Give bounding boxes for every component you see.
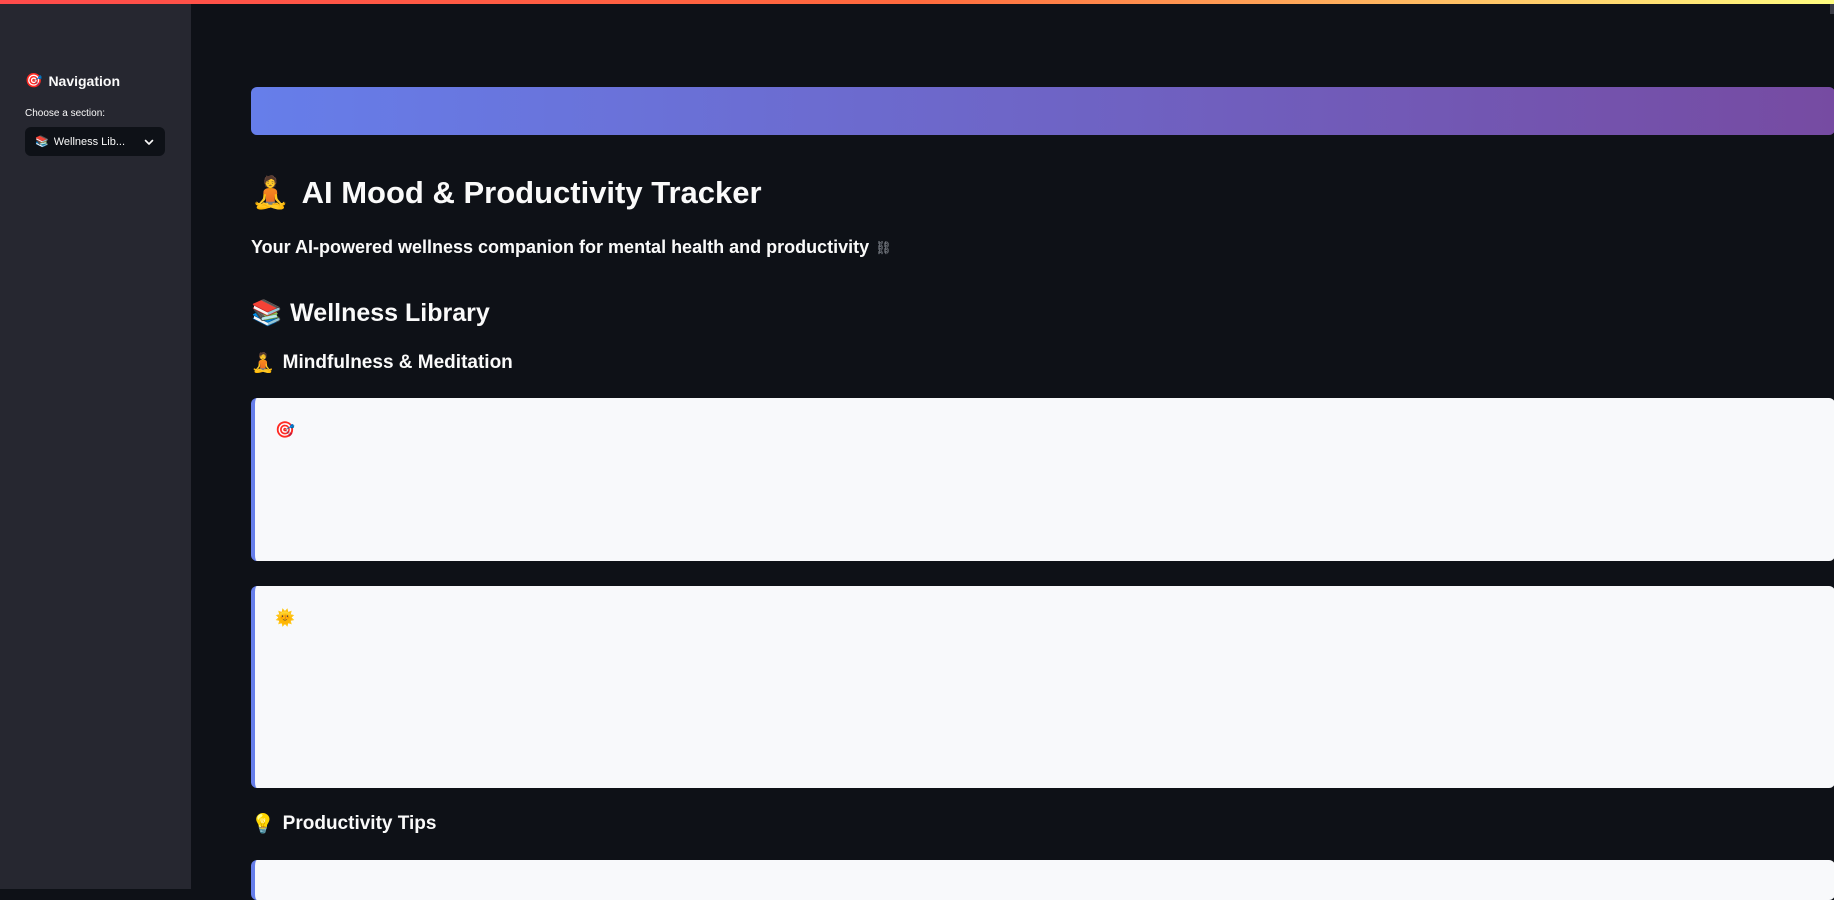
mindfulness-heading: 🧘 Mindfulness & Meditation xyxy=(251,351,513,375)
target-icon: 🎯 xyxy=(275,422,295,439)
meditation-icon: 🧘 xyxy=(251,175,290,210)
page-title: 🧘 AI Mood & Productivity Tracker xyxy=(251,174,762,211)
mindfulness-heading-text: Mindfulness & Meditation xyxy=(282,352,513,373)
lightbulb-icon: 💡 xyxy=(251,814,275,835)
page-subtitle: Your AI-powered wellness companion for m… xyxy=(251,237,892,258)
sidebar-title: 🎯 Navigation xyxy=(25,72,120,89)
section-select-label: Choose a section: xyxy=(25,108,106,119)
section-select[interactable]: 📚 Wellness Lib... xyxy=(25,127,165,156)
page-title-text: AI Mood & Productivity Tracker xyxy=(301,174,762,210)
main-content: 🧘 AI Mood & Productivity Tracker Your AI… xyxy=(191,4,1834,900)
wellness-library-heading: 📚 Wellness Library xyxy=(251,299,490,328)
books-icon: 📚 xyxy=(251,299,283,327)
productivity-tips-heading-text: Productivity Tips xyxy=(282,813,437,834)
wellness-library-heading-text: Wellness Library xyxy=(290,299,490,327)
mindfulness-card-1: 🎯 xyxy=(251,398,1834,561)
target-icon: 🎯 xyxy=(25,72,43,88)
sun-icon: 🌞 xyxy=(275,610,295,627)
chevron-down-icon xyxy=(144,139,154,145)
header-banner xyxy=(251,87,1834,135)
productivity-card-1 xyxy=(251,860,1834,900)
link-icon[interactable]: ⛓ xyxy=(875,240,892,256)
productivity-tips-heading: 💡 Productivity Tips xyxy=(251,812,436,836)
page-subtitle-text: Your AI-powered wellness companion for m… xyxy=(251,237,870,257)
books-icon: 📚 xyxy=(35,136,49,148)
mindfulness-card-2: 🌞 xyxy=(251,586,1834,788)
meditation-icon: 🧘 xyxy=(251,353,275,374)
sidebar: 🎯 Navigation Choose a section: 📚 Wellnes… xyxy=(0,4,191,889)
section-select-value: Wellness Lib... xyxy=(53,135,126,148)
sidebar-title-text: Navigation xyxy=(48,72,121,89)
